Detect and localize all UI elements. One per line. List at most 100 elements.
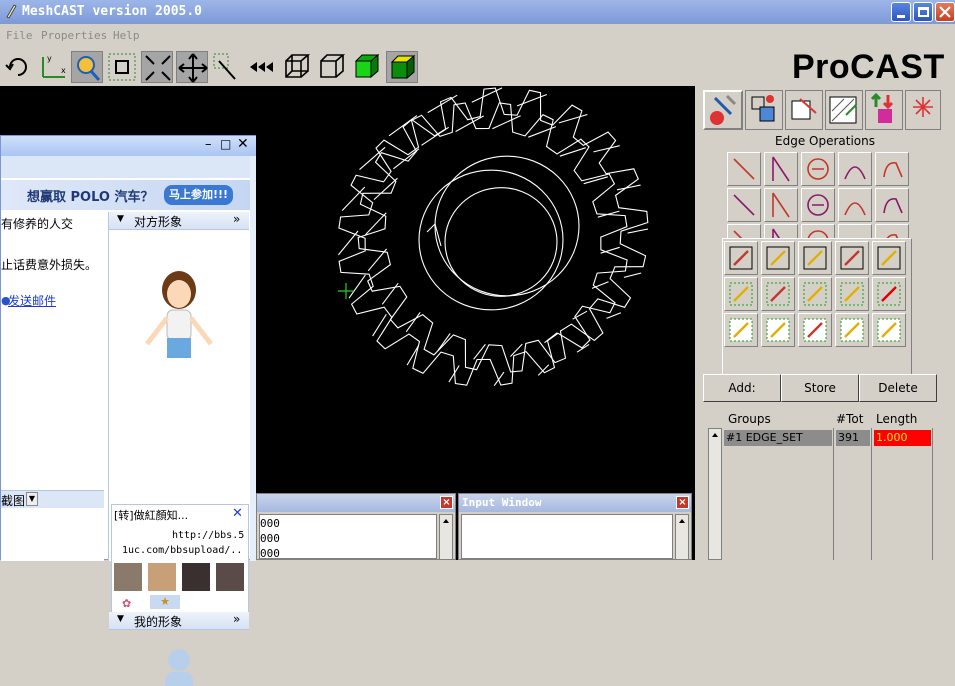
pencil-box-button[interactable] bbox=[798, 277, 832, 311]
wireframe-box-button[interactable] bbox=[281, 51, 313, 83]
mode-mark-button[interactable] bbox=[905, 90, 941, 130]
output-scrollbar[interactable] bbox=[439, 514, 453, 560]
thumbnail-1[interactable] bbox=[114, 563, 142, 591]
section-my-avatar[interactable]: ▼ 我的形象 » bbox=[109, 612, 249, 630]
mode-volumes-button[interactable] bbox=[785, 90, 823, 130]
thumbnail-3[interactable] bbox=[182, 563, 210, 591]
info-query-button[interactable] bbox=[761, 241, 795, 275]
output-text-area[interactable]: 000 000 000 bbox=[259, 514, 437, 560]
flower-icon[interactable]: ✿ bbox=[122, 597, 131, 610]
zoom-box-button[interactable] bbox=[106, 51, 138, 83]
input-text-area[interactable] bbox=[461, 514, 673, 559]
mode-mesh-button[interactable] bbox=[825, 90, 863, 130]
thumbnail-4[interactable] bbox=[216, 563, 244, 591]
gear-edge-line bbox=[381, 282, 399, 305]
shaded-box-button[interactable] bbox=[351, 51, 383, 83]
input-scrollbar[interactable] bbox=[675, 514, 689, 560]
group-row-name[interactable]: #1 EDGE_SET bbox=[724, 430, 832, 446]
hidden-box-button[interactable] bbox=[316, 51, 348, 83]
thumbnail-2[interactable] bbox=[148, 563, 176, 591]
erase-icon bbox=[877, 246, 901, 270]
step-back-button[interactable] bbox=[246, 51, 278, 83]
popup-close-button[interactable]: ✕ bbox=[232, 506, 243, 521]
solid-box-button[interactable] bbox=[386, 51, 418, 83]
group-row-tot: 391 bbox=[836, 430, 870, 446]
tile-b-button[interactable] bbox=[761, 313, 795, 347]
gear-front-outline bbox=[357, 87, 649, 373]
tile-d-button[interactable] bbox=[835, 313, 869, 347]
zoom-button[interactable] bbox=[71, 51, 103, 83]
pick-button[interactable] bbox=[211, 51, 243, 83]
groups-scrollbar[interactable] bbox=[708, 428, 722, 560]
forward-item[interactable]: [转]做紅顏知... bbox=[114, 507, 188, 523]
line-edge-button[interactable] bbox=[727, 152, 761, 186]
maximize-button[interactable] bbox=[913, 2, 933, 22]
curve-point-button[interactable] bbox=[875, 152, 909, 186]
project-edge-button[interactable] bbox=[838, 188, 872, 222]
reverse-edge-button[interactable] bbox=[764, 188, 798, 222]
minimize-button[interactable] bbox=[891, 2, 911, 22]
pencil-delete-button[interactable] bbox=[761, 277, 795, 311]
add-button[interactable]: Add: bbox=[703, 374, 781, 402]
star-icon[interactable]: ★ bbox=[150, 595, 180, 609]
gear-edge-line bbox=[337, 230, 359, 256]
pencil-button[interactable] bbox=[724, 277, 758, 311]
green-cube-icon bbox=[354, 53, 380, 79]
undo-button[interactable] bbox=[835, 241, 869, 275]
split-edge-button[interactable] bbox=[727, 188, 761, 222]
extrude-edge-button[interactable] bbox=[801, 188, 835, 222]
curve-point-icon bbox=[883, 161, 903, 178]
group-row-length[interactable]: 1.000 bbox=[874, 430, 931, 446]
tile-a-button[interactable] bbox=[724, 313, 758, 347]
delete-button[interactable]: Delete bbox=[859, 374, 937, 402]
screenshot-label: 截图 bbox=[1, 494, 26, 508]
chat-minimize-button[interactable]: – bbox=[205, 137, 212, 152]
pan-button[interactable] bbox=[176, 51, 208, 83]
rotate-button[interactable] bbox=[2, 51, 34, 83]
menu-file[interactable]: File bbox=[6, 29, 33, 42]
tile-c-button[interactable] bbox=[798, 313, 832, 347]
tot-header: #Tot bbox=[836, 412, 864, 426]
erase-button[interactable] bbox=[872, 241, 906, 275]
send-mail-link[interactable]: 发送邮件 bbox=[8, 292, 56, 309]
store-button[interactable]: Store bbox=[781, 374, 859, 402]
chat-close-button[interactable]: ✕ bbox=[237, 136, 249, 152]
e-no-button[interactable] bbox=[872, 277, 906, 311]
section-other-avatar[interactable]: ▼ 对方形象 » bbox=[109, 212, 249, 230]
box-select-button[interactable] bbox=[724, 241, 758, 275]
plane-edge-icon bbox=[883, 197, 903, 214]
fit-button[interactable] bbox=[141, 51, 173, 83]
message-line-2: 止话费意外损失。 bbox=[1, 258, 98, 272]
tile-e-button[interactable] bbox=[872, 313, 906, 347]
plane-edge-button[interactable] bbox=[875, 188, 909, 222]
expand-icon: » bbox=[233, 212, 241, 226]
mode-edges-button[interactable] bbox=[703, 90, 743, 130]
gear-edge-line bbox=[373, 177, 398, 201]
input-close-button[interactable]: × bbox=[676, 496, 689, 509]
mode-surfaces-button[interactable] bbox=[745, 90, 783, 130]
circle-edge-button[interactable] bbox=[801, 152, 835, 186]
output-close-button[interactable]: × bbox=[440, 496, 453, 509]
pencil-cross-button[interactable] bbox=[835, 277, 869, 311]
menu-properties[interactable]: Properties bbox=[41, 29, 107, 42]
mesh-grid-button[interactable] bbox=[798, 241, 832, 275]
gear-edge-line bbox=[572, 310, 588, 320]
gear-edge-line bbox=[359, 146, 386, 171]
diagonal-edge-button[interactable] bbox=[764, 152, 798, 186]
arc-123-button[interactable] bbox=[838, 152, 872, 186]
screenshot-dropdown[interactable]: ▼ bbox=[26, 492, 38, 506]
forward-popup: [转]做紅顏知... ✕ http://bbs.5 1uc.com/bbsupl… bbox=[111, 504, 249, 614]
svg-text:x: x bbox=[61, 66, 66, 75]
menu-help[interactable]: Help bbox=[113, 29, 140, 42]
ad-join-button[interactable]: 马上参加!!! bbox=[164, 185, 234, 205]
close-button[interactable] bbox=[935, 2, 955, 22]
operations-panel: Edge Operations Add: Store Delete Groups… bbox=[695, 86, 955, 560]
expand-icon: » bbox=[233, 612, 241, 626]
ad-banner[interactable]: 想赢取 POLO 汽车？ 马上参加!!! bbox=[1, 180, 251, 210]
mode-move-button[interactable] bbox=[865, 90, 903, 130]
chat-maximize-button[interactable]: □ bbox=[220, 137, 231, 151]
solid-cube-icon bbox=[390, 54, 416, 80]
tile-d-icon bbox=[840, 318, 864, 342]
axes-button[interactable]: yx bbox=[37, 51, 69, 83]
gear-edge-line bbox=[559, 147, 586, 157]
